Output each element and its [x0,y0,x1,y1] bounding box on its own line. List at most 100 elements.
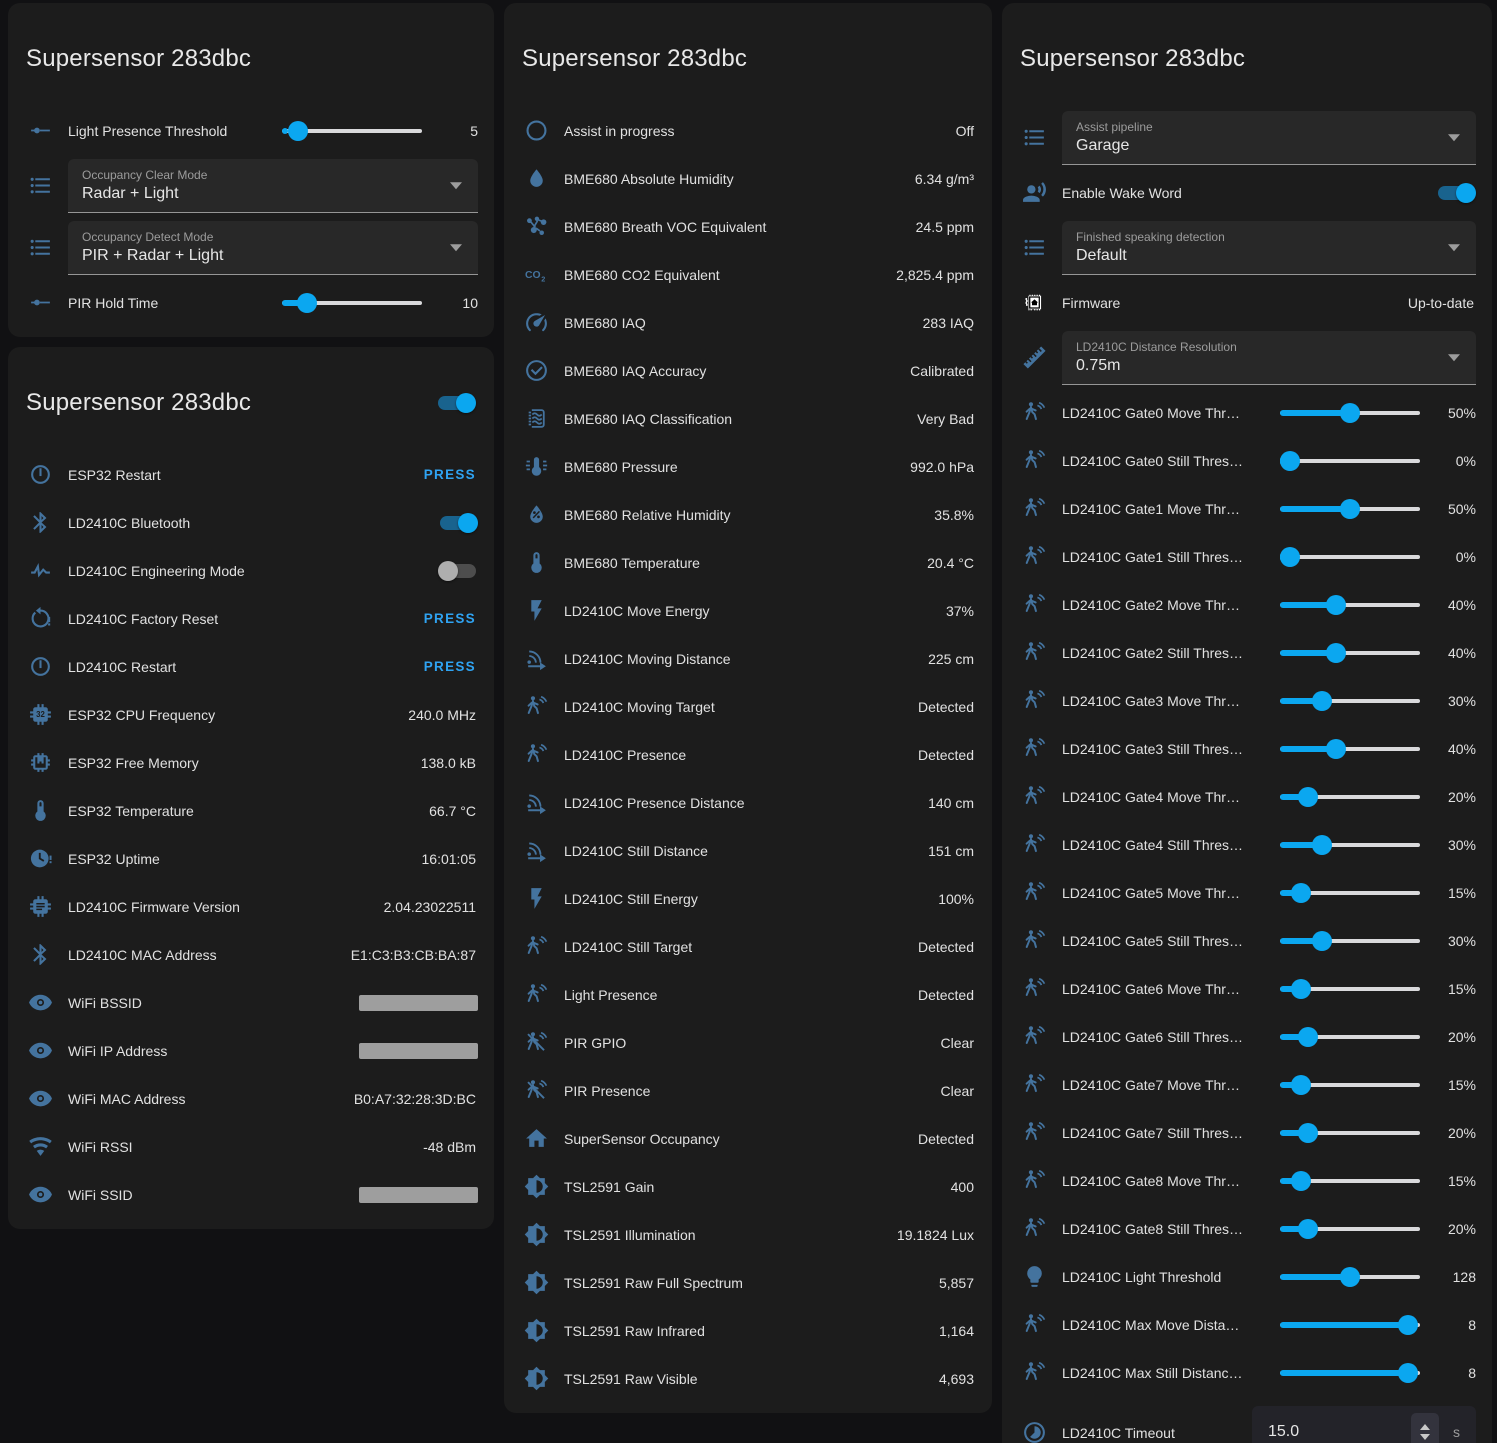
slider-thumb[interactable] [1291,979,1311,999]
brightness-icon [520,1270,564,1295]
slider-thumb[interactable] [288,121,308,141]
entity-row: WiFi RSSI-48 dBm [24,1123,478,1171]
entity-value: -48 dBm [423,1139,478,1155]
press-button[interactable]: PRESS [418,658,478,675]
check-icon [520,358,564,383]
slider[interactable] [1280,402,1420,424]
eye-icon [24,1038,68,1063]
eye-icon [24,990,68,1015]
brightness-icon [520,1318,564,1343]
slider-thumb[interactable] [297,293,317,313]
slider-thumb[interactable] [1326,643,1346,663]
entity-row: LD2410C Gate2 Move Thr…40% [1018,581,1476,629]
slider-thumb[interactable] [1298,1219,1318,1239]
entity-label: LD2410C Gate6 Move Thr… [1062,981,1280,997]
slider-thumb[interactable] [1326,739,1346,759]
slider[interactable] [1280,1074,1420,1096]
slider-thumb[interactable] [1398,1363,1418,1383]
slider-thumb[interactable] [1312,835,1332,855]
slider-thumb[interactable] [1312,691,1332,711]
slider[interactable] [1280,594,1420,616]
slider-thumb[interactable] [1280,547,1300,567]
entity-value: Detected [918,747,976,763]
slider[interactable] [1280,450,1420,472]
slider[interactable] [1280,690,1420,712]
number-field[interactable]: 15.0s [1252,1406,1476,1443]
slider[interactable] [1280,1026,1420,1048]
entity-row: SuperSensor OccupancyDetected [520,1115,976,1163]
slider-thumb[interactable] [1291,1075,1311,1095]
stepper-control[interactable] [1411,1413,1439,1443]
slider[interactable] [1280,1218,1420,1240]
slider[interactable] [1280,834,1420,856]
slider[interactable] [1280,1266,1420,1288]
slider-track [1280,939,1420,943]
slider-thumb[interactable] [1340,499,1360,519]
slider[interactable] [1280,1314,1420,1336]
select-label: LD2410C Distance Resolution [1076,340,1462,354]
entity-value: 400 [951,1179,976,1195]
entity-label: LD2410C Gate0 Still Thres… [1062,453,1280,469]
slider-thumb[interactable] [1298,787,1318,807]
select-field[interactable]: Assist pipelineGarage [1062,111,1476,165]
slider-thumb[interactable] [1340,403,1360,423]
select-field[interactable]: Occupancy Detect ModePIR + Radar + Light [68,221,478,275]
motion-icon [1018,544,1062,569]
entity-label: ESP32 Free Memory [68,755,421,771]
device-card: Supersensor 283dbcAssist pipelineGarageE… [1002,3,1492,1443]
toggle-switch[interactable] [1436,183,1476,203]
select-field[interactable]: Finished speaking detectionDefault [1062,221,1476,275]
entity-label: BME680 Absolute Humidity [564,171,915,187]
toggle-switch[interactable] [438,513,478,533]
chevron-up-icon[interactable] [1420,1424,1430,1430]
slider-thumb[interactable] [1280,451,1300,471]
slider[interactable] [1280,1362,1420,1384]
slider-thumb[interactable] [1298,1027,1318,1047]
chevron-down-icon[interactable] [1420,1434,1430,1440]
chevron-down-icon [1448,135,1460,142]
press-button[interactable]: PRESS [418,466,478,483]
slider[interactable] [1280,882,1420,904]
motion-icon [1018,1360,1062,1385]
co2-icon: CO2 [520,262,564,287]
slider-thumb[interactable] [1340,1267,1360,1287]
slider[interactable] [282,120,422,142]
slider[interactable] [1280,1122,1420,1144]
slider[interactable] [1280,498,1420,520]
slider-thumb[interactable] [1398,1315,1418,1335]
list-icon [1018,125,1062,150]
slider-thumb[interactable] [1291,1171,1311,1191]
press-button[interactable]: PRESS [418,610,478,627]
entity-value: 2.04.23022511 [384,899,478,915]
entity-value: 1,164 [939,1323,976,1339]
slider-thumb[interactable] [1326,595,1346,615]
slider-thumb[interactable] [1298,1123,1318,1143]
slider-thumb[interactable] [1291,883,1311,903]
water-icon [520,166,564,191]
slider[interactable] [1280,642,1420,664]
slider[interactable] [1280,978,1420,1000]
slider[interactable] [1280,738,1420,760]
toggle-switch[interactable] [436,393,476,413]
slider-track [1280,459,1420,463]
select-field[interactable]: LD2410C Distance Resolution0.75m [1062,331,1476,385]
entity-row: LD2410C RestartPRESS [24,643,478,691]
select-field[interactable]: Occupancy Clear ModeRadar + Light [68,159,478,213]
entity-label: LD2410C Still Distance [564,843,928,859]
toggle-switch[interactable] [438,561,478,581]
slider[interactable] [1280,1170,1420,1192]
slider-thumb[interactable] [1312,931,1332,951]
slider[interactable] [1280,546,1420,568]
entity-label: BME680 IAQ [564,315,923,331]
select-value: PIR + Radar + Light [82,247,464,265]
entity-label: LD2410C Gate1 Still Thres… [1062,549,1280,565]
slider-value: 30% [1432,693,1476,709]
entity-row: LD2410C Gate7 Still Thres…20% [1018,1109,1476,1157]
slider[interactable] [1280,930,1420,952]
slider[interactable] [1280,786,1420,808]
flash-icon [520,886,564,911]
svg-text:2: 2 [541,275,545,284]
entity-row: LD2410C Gate4 Still Thres…30% [1018,821,1476,869]
entity-row: ESP32 RestartPRESS [24,451,478,499]
slider[interactable] [282,292,422,314]
